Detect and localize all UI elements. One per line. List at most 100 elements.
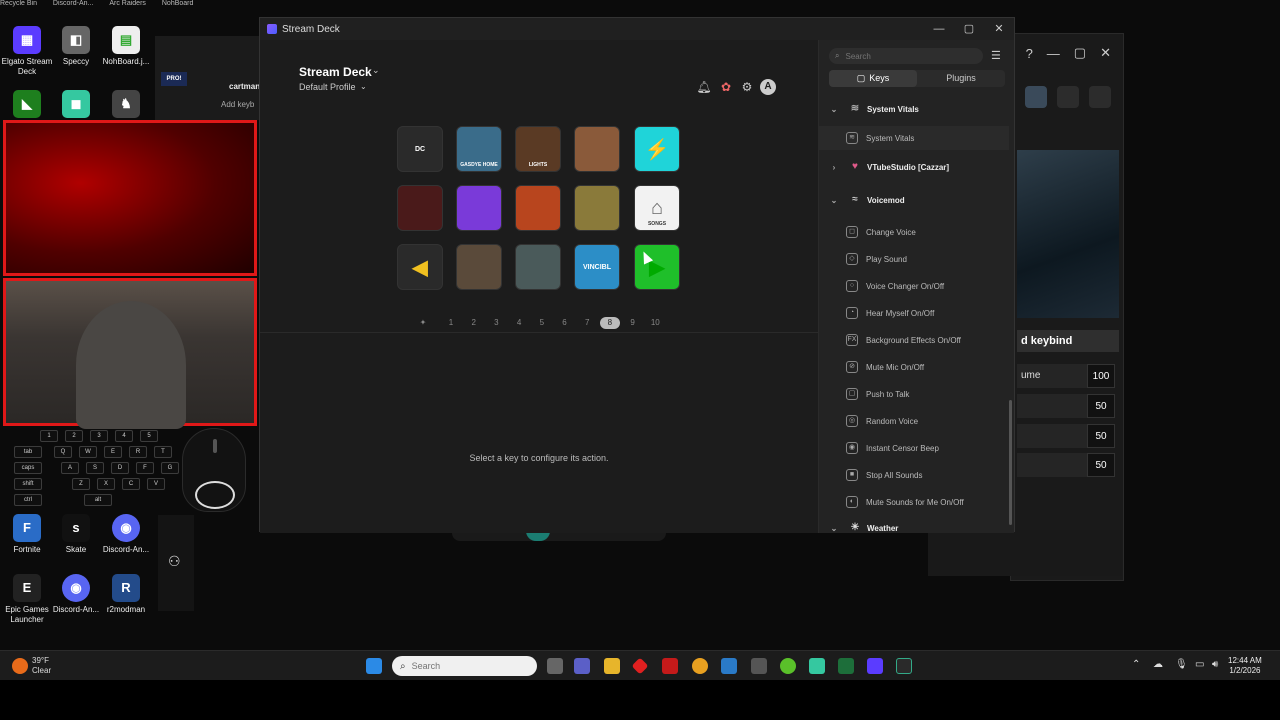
chrome-icon[interactable] <box>692 658 708 674</box>
key-pain[interactable] <box>397 185 443 231</box>
action-random-voice[interactable]: ◎ Random Voice <box>819 409 1009 433</box>
desktop-icon-r2modman[interactable]: R r2modman <box>99 574 153 615</box>
list-view-icon[interactable]: ☰ <box>991 49 1001 62</box>
bell-icon[interactable]: 🔔︎ <box>696 79 712 95</box>
action-system-vitals[interactable]: ≋ System Vitals <box>819 126 1009 150</box>
chevron-down-icon[interactable]: ⌄ <box>827 524 841 533</box>
category-voicemod[interactable]: ⌄ ≈ Voicemod <box>819 189 1009 211</box>
close-icon[interactable]: ✕ <box>984 18 1014 40</box>
chevron-right-icon[interactable]: › <box>827 163 841 172</box>
help-icon[interactable]: ? <box>1026 46 1033 61</box>
minimize-icon[interactable]: — <box>924 18 954 40</box>
key-invincible[interactable]: VINCIBL <box>574 244 620 290</box>
volume-value[interactable]: 100 <box>1087 364 1115 388</box>
maximize-icon[interactable]: ▢ <box>1074 45 1086 61</box>
key-scene[interactable] <box>456 244 502 290</box>
key-next[interactable]: ▶ <box>634 244 680 290</box>
key-goku[interactable] <box>515 185 561 231</box>
key-songs[interactable]: ⌂ SONGS <box>634 185 680 231</box>
chevron-down-icon[interactable]: ⌄ <box>827 105 841 114</box>
windows-start-icon[interactable] <box>366 658 382 674</box>
desktop-icon-epic[interactable]: E Epic Games Launcher <box>0 574 54 625</box>
spotify-icon[interactable] <box>780 658 796 674</box>
marketplace-icon[interactable]: ✿ <box>718 79 734 95</box>
search-box[interactable]: ⌕ <box>829 48 983 64</box>
add-keybind-button[interactable]: d keybind <box>1017 330 1119 352</box>
chevron-down-icon[interactable]: ⌄ <box>360 82 367 91</box>
network-app-icon[interactable]: ☁ <box>1153 659 1163 670</box>
gear-icon[interactable]: ⚙ <box>739 79 755 95</box>
user-icon[interactable]: ⚇ <box>168 553 181 570</box>
page-5[interactable]: 5 <box>534 317 550 329</box>
streamlabs-icon[interactable] <box>809 658 825 674</box>
page-6[interactable]: 6 <box>557 317 573 329</box>
action-voice-changer[interactable]: ○ Voice Changer On/Off <box>819 274 1009 298</box>
key-jojo[interactable] <box>574 185 620 231</box>
desktop-icon-nohboard[interactable]: ▤ NohBoard.j... <box>99 26 153 67</box>
setting-value[interactable]: 50 <box>1087 424 1115 448</box>
profile-selector[interactable]: Default Profile <box>299 82 356 92</box>
desktop-icon-fortnite[interactable]: F Fortnite <box>0 514 54 555</box>
key-flash[interactable]: ⚡ <box>634 126 680 172</box>
excel-icon[interactable] <box>838 658 854 674</box>
key-lights[interactable]: LIGHTS <box>515 126 561 172</box>
action-instant-censor[interactable]: ◉ Instant Censor Beep <box>819 436 1009 460</box>
chevron-down-icon[interactable]: ⌄ <box>372 65 380 76</box>
action-play-sound[interactable]: ◇ Play Sound <box>819 247 1009 271</box>
key-ghost[interactable] <box>515 244 561 290</box>
category-weather[interactable]: ⌄ ☀ Weather <box>819 517 1009 533</box>
maximize-icon[interactable]: ▢ <box>954 18 984 40</box>
desktop-icon-streamlabs[interactable]: ◼ <box>49 90 103 121</box>
close-icon[interactable]: ✕ <box>1100 45 1111 61</box>
record-icon[interactable] <box>1089 86 1111 108</box>
chevron-down-icon[interactable]: ⌄ <box>827 196 841 205</box>
page-7[interactable]: 7 <box>579 317 595 329</box>
action-mute-mic[interactable]: ⊘ Mute Mic On/Off <box>819 355 1009 379</box>
volume-icon[interactable]: 🔊︎ <box>1212 659 1218 670</box>
desktop-icon-skate[interactable]: s Skate <box>49 514 103 555</box>
desktop-icon-speccy[interactable]: ◧ Speccy <box>49 26 103 67</box>
key-dc[interactable]: DC <box>397 126 443 172</box>
setting-value[interactable]: 50 <box>1087 453 1115 477</box>
chevron-up-icon[interactable]: ⌃ <box>1132 659 1140 670</box>
device-selector[interactable]: Stream Deck <box>299 65 372 79</box>
weather-widget[interactable]: 39°F Clear <box>12 656 51 676</box>
action-stop-all-sounds[interactable]: ■ Stop All Sounds <box>819 463 1009 487</box>
mcafee-icon[interactable] <box>662 658 678 674</box>
page-8[interactable]: 8 <box>599 317 620 329</box>
desktop-icon-elgato[interactable]: ▦ Elgato Stream Deck <box>0 26 54 77</box>
desktop-icon-discord-1[interactable]: ◉ Discord-An... <box>99 514 153 555</box>
avatar[interactable]: A <box>760 79 776 95</box>
page-10[interactable]: 10 <box>647 317 663 329</box>
display-icon[interactable]: ▭ <box>1195 659 1204 670</box>
action-hear-myself[interactable]: ◔ Hear Myself On/Off <box>819 301 1009 325</box>
desktop-icon-fps-chess[interactable]: ♞ <box>99 90 153 121</box>
microphone-icon[interactable]: 🎙︎ <box>1175 659 1188 670</box>
action-push-to-talk[interactable]: ▢ Push to Talk <box>819 382 1009 406</box>
file-explorer-icon[interactable] <box>604 658 620 674</box>
book-icon[interactable] <box>1057 86 1079 108</box>
sidebar-scrollbar[interactable] <box>1009 400 1012 525</box>
page-1[interactable]: 1 <box>443 317 459 329</box>
desktop-icon-geforce[interactable]: ◣ <box>0 90 54 121</box>
key-back[interactable]: ◀ <box>397 244 443 290</box>
tab-plugins[interactable]: Plugins <box>917 70 1005 87</box>
desktop-icon-discord-2[interactable]: ◉ Discord-An... <box>49 574 103 615</box>
action-background-effects[interactable]: FX Background Effects On/Off <box>819 328 1009 352</box>
page-4[interactable]: 4 <box>511 317 527 329</box>
taskbar-search[interactable]: ⌕ <box>392 656 537 676</box>
teams-icon[interactable] <box>574 658 590 674</box>
key-purple[interactable] <box>456 185 502 231</box>
key-boss-baby[interactable] <box>574 126 620 172</box>
action-change-voice[interactable]: ◻ Change Voice <box>819 220 1009 244</box>
page-2[interactable]: 2 <box>466 317 482 329</box>
calculator-icon[interactable] <box>751 658 767 674</box>
sliders-icon[interactable] <box>1025 86 1047 108</box>
photos-icon[interactable] <box>721 658 737 674</box>
page-3[interactable]: 3 <box>488 317 504 329</box>
pin-icon[interactable]: ✦ <box>415 317 431 329</box>
app-red-icon[interactable] <box>631 657 649 675</box>
terminal-icon[interactable] <box>896 658 912 674</box>
category-system-vitals[interactable]: ⌄ ≋ System Vitals <box>819 98 1009 120</box>
search-input[interactable] <box>845 51 966 61</box>
